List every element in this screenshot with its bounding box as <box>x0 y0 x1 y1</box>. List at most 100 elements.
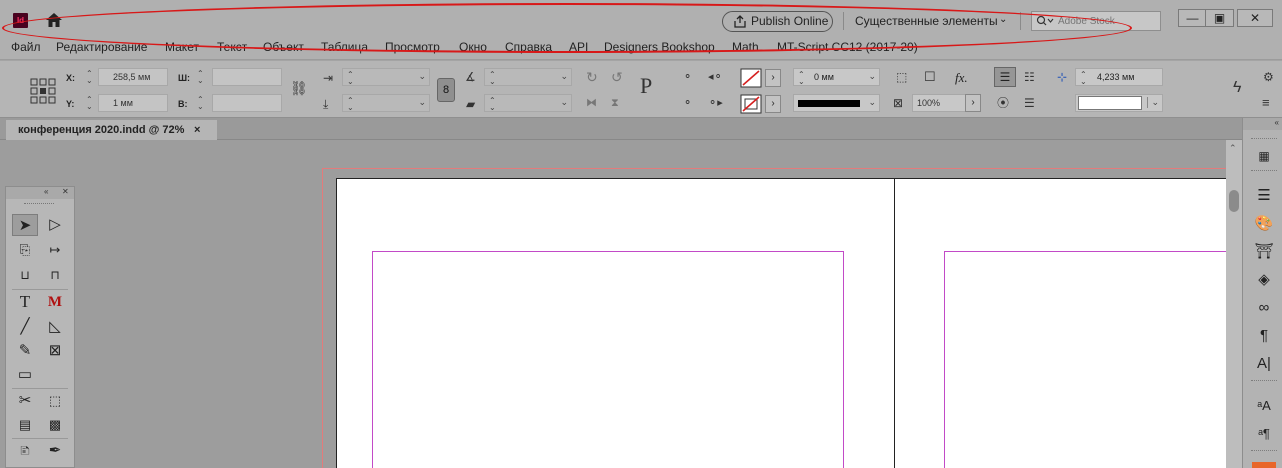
cc-libraries-icon[interactable]: ⛩ <box>1254 242 1274 262</box>
stroke-menu-button[interactable]: › <box>765 95 781 113</box>
paragraph-styles-icon[interactable]: ᵃ¶ <box>1254 424 1274 444</box>
fill-menu-button[interactable]: › <box>765 69 781 87</box>
character-styles-icon[interactable]: ᵃA <box>1254 396 1274 416</box>
direct-selection-tool-icon[interactable]: ▷ <box>42 214 68 236</box>
menu-designers-bookshop[interactable]: Designers Bookshop <box>604 40 715 54</box>
opacity-field[interactable]: 100% <box>912 94 966 112</box>
search-input[interactable] <box>1058 14 1158 28</box>
select-content-icon[interactable]: ⚬ <box>683 96 692 110</box>
fill-swatch-icon[interactable] <box>740 68 762 88</box>
layers-panel-icon[interactable]: ◈ <box>1254 270 1274 290</box>
width-stepper[interactable]: ⌃ ⌄ <box>197 70 204 85</box>
scissors-tool-icon[interactable]: ✂ <box>12 390 38 412</box>
menu-type[interactable]: Текст <box>217 40 247 54</box>
x-stepper[interactable]: ⌃ ⌄ <box>86 70 93 85</box>
flip-vertical-icon[interactable]: ⧗ <box>611 96 619 110</box>
page-tool-icon[interactable]: ⎘ <box>12 239 38 261</box>
links-panel-icon[interactable]: ∞ <box>1254 298 1274 318</box>
chevron-down-icon[interactable]: ⌄ <box>999 14 1007 25</box>
free-transform-tool-icon[interactable]: ⬚ <box>42 390 68 412</box>
document-tab[interactable]: конференция 2020.indd @ 72% × <box>6 120 217 140</box>
scroll-thumb[interactable] <box>1229 190 1239 212</box>
menu-mt-script[interactable]: MT-Script CC12 (2017-20) <box>777 40 918 54</box>
dock-accent-tab[interactable] <box>1252 462 1276 468</box>
stroke-weight-dropdown[interactable]: ⌃ ⌄ 0 мм ⌄ <box>793 68 880 86</box>
vertical-scrollbar[interactable]: ⌃ <box>1226 140 1242 468</box>
gear-icon[interactable]: ⚙ <box>1263 70 1274 84</box>
select-container-icon[interactable]: ⚬ <box>683 70 692 84</box>
workspace-switcher[interactable]: Существенные элементы <box>855 14 998 28</box>
rectangle-frame-tool-icon[interactable]: ⊠ <box>42 340 68 362</box>
type-tool-icon[interactable]: T <box>12 291 38 313</box>
line-tool-icon[interactable]: ╱ <box>12 316 38 338</box>
y-stepper[interactable]: ⌃ ⌄ <box>86 96 93 111</box>
close-window-button[interactable]: ✕ <box>1237 9 1273 27</box>
menu-view[interactable]: Просмотр <box>385 40 440 54</box>
select-next-icon[interactable]: ⚬▸ <box>708 96 723 110</box>
selection-tool-icon[interactable]: ➤ <box>12 214 38 236</box>
scroll-up-icon[interactable]: ⌃ <box>1229 143 1237 154</box>
drop-shadow-icon[interactable]: ⬚ <box>896 70 907 84</box>
collapse-icon[interactable]: « <box>44 187 48 196</box>
menu-file[interactable]: Файл <box>11 40 41 54</box>
gradient-swatch-tool-icon[interactable]: ▤ <box>12 414 38 436</box>
align-top-icon[interactable]: ☰ <box>994 67 1016 87</box>
panel-menu-icon[interactable]: ≡ <box>1262 96 1270 110</box>
gradient-feather-tool-icon[interactable]: ▩ <box>42 414 68 436</box>
menu-layout[interactable]: Макет <box>165 40 199 54</box>
align-middle-icon[interactable]: ⦿ <box>997 96 1009 110</box>
content-placer-icon[interactable]: ⊓ <box>42 264 68 286</box>
select-previous-icon[interactable]: ◂⚬ <box>708 70 723 84</box>
style-dropdown[interactable]: ⌄ <box>1075 94 1163 112</box>
quick-apply-icon[interactable]: ϟ <box>1233 80 1241 96</box>
restore-button[interactable]: ▣ <box>1205 9 1234 27</box>
stroke-type-dropdown[interactable]: ⌄ <box>793 94 880 112</box>
scale-y-dropdown[interactable]: ⌃ ⌄ ⌄ <box>342 94 430 112</box>
align-bottom-icon[interactable]: ☰ <box>1024 96 1035 110</box>
rotate-cw-icon[interactable]: ↻ <box>586 70 598 84</box>
width-field[interactable] <box>212 68 282 86</box>
note-tool-icon[interactable]: 🗈 <box>12 440 38 462</box>
rectangle-tool-icon[interactable]: ▭ <box>12 364 38 386</box>
pen-tool-icon[interactable]: ◺ <box>42 316 68 338</box>
gap-tool-icon[interactable]: ↦ <box>42 239 68 261</box>
y-field[interactable]: 1 мм <box>98 94 168 112</box>
x-field[interactable]: 258,5 мм <box>98 68 168 86</box>
rotation-dropdown[interactable]: ⌃ ⌄ ⌄ <box>484 68 572 86</box>
frame-icon[interactable]: ☐ <box>924 70 936 84</box>
minimize-button[interactable]: — <box>1178 9 1207 27</box>
link-scale-icon[interactable]: 8 <box>437 78 455 102</box>
panel-grip[interactable] <box>24 203 54 205</box>
swatches-panel-icon[interactable]: 🎨 <box>1254 214 1274 234</box>
close-panel-icon[interactable]: ✕ <box>62 187 69 196</box>
eyedropper-tool-icon[interactable]: ✒ <box>42 440 68 462</box>
math-tool-icon[interactable]: M <box>42 291 68 313</box>
shear-dropdown[interactable]: ⌃ ⌄ ⌄ <box>484 94 572 112</box>
menu-window[interactable]: Окно <box>459 40 487 54</box>
adobe-stock-search[interactable] <box>1031 11 1161 31</box>
constrain-proportions-icon[interactable]: ⛓ <box>290 81 308 95</box>
character-panel-icon[interactable]: A| <box>1254 354 1274 374</box>
pages-panel-icon[interactable]: ▦ <box>1254 146 1274 166</box>
publish-online-button[interactable]: Publish Online <box>722 11 833 32</box>
rotate-ccw-icon[interactable]: ↺ <box>611 70 623 84</box>
menu-api[interactable]: API <box>569 40 588 54</box>
pencil-tool-icon[interactable]: ✎ <box>12 340 38 362</box>
close-tab-icon[interactable]: × <box>194 120 200 140</box>
menu-help[interactable]: Справка <box>505 40 552 54</box>
gap-dropdown[interactable]: ⌃ ⌄ 4,233 мм <box>1075 68 1163 86</box>
effects-fx-icon[interactable]: fx. <box>955 70 968 86</box>
paragraph-panel-icon[interactable]: ¶ <box>1254 326 1274 346</box>
content-collector-icon[interactable]: ⊔ <box>12 264 38 286</box>
reference-point-icon[interactable] <box>30 78 56 104</box>
properties-panel-icon[interactable]: ☰ <box>1254 186 1274 206</box>
menu-edit[interactable]: Редактирование <box>56 40 147 54</box>
tools-panel-header[interactable]: « ✕ <box>6 187 74 199</box>
menu-table[interactable]: Таблица <box>321 40 368 54</box>
menu-math[interactable]: Math <box>732 40 759 54</box>
flip-horizontal-icon[interactable]: ⧓ <box>586 96 597 110</box>
height-stepper[interactable]: ⌃ ⌄ <box>197 96 204 111</box>
align-center-icon[interactable]: ☷ <box>1024 70 1035 84</box>
stroke-swatch-icon[interactable] <box>740 94 762 114</box>
home-button[interactable] <box>44 11 64 29</box>
